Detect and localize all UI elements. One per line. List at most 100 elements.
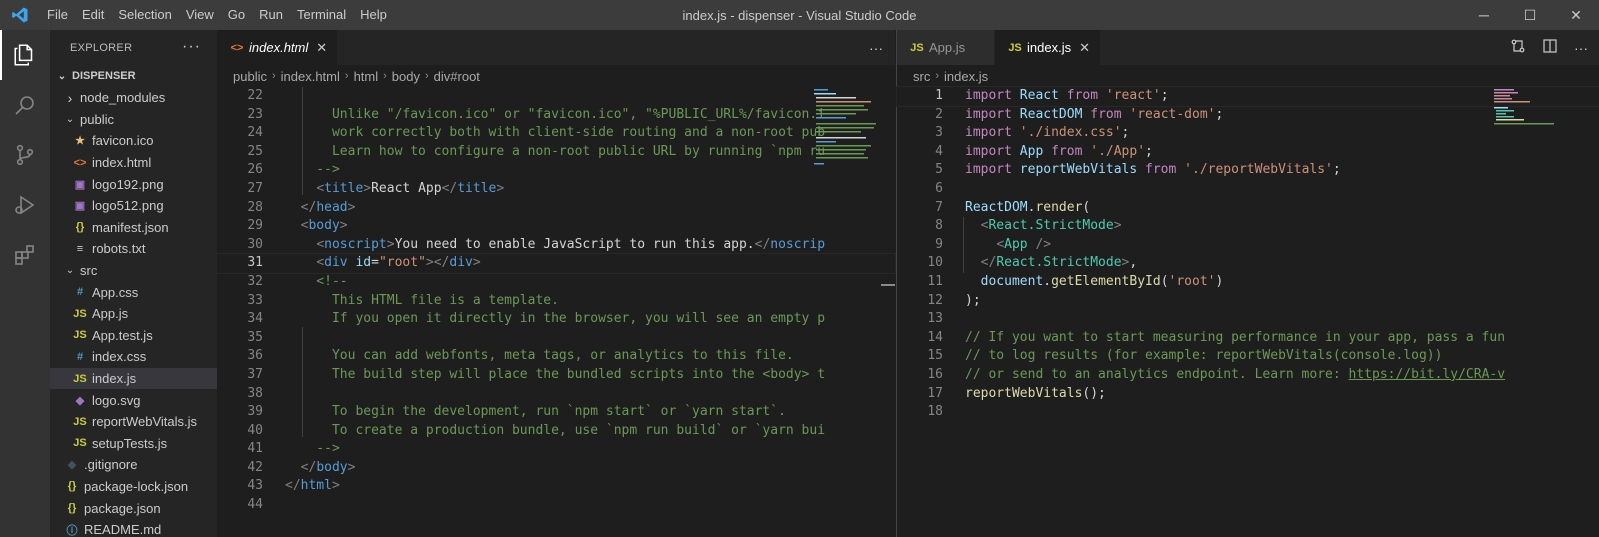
project-name: DISPENSER — [72, 70, 136, 82]
menu-bar: File Edit Selection View Go Run Terminal Help — [40, 0, 394, 30]
file-item[interactable]: {} package-lock.json — [50, 476, 217, 498]
explorer-icon[interactable] — [0, 30, 50, 80]
chevron-right-icon: › — [344, 70, 349, 82]
line-number: 41 — [247, 441, 263, 457]
minimize-icon[interactable]: ─ — [1461, 0, 1507, 30]
breadcrumb-item[interactable]: body — [392, 69, 420, 84]
menu-item-help[interactable]: Help — [353, 0, 394, 30]
folder-item[interactable]: ⌄ public — [50, 109, 217, 131]
line-number: 12 — [927, 292, 943, 308]
file-item[interactable]: JS App.js — [50, 303, 217, 325]
open-changes-icon[interactable] — [1510, 38, 1526, 57]
file-item[interactable]: ▣ logo512.png — [50, 195, 217, 217]
line-number: 40 — [247, 422, 263, 438]
tree-item-label: App.js — [92, 306, 129, 322]
code-area[interactable]: 1 import React from 'react'; 2 import React… — [896, 86, 1599, 422]
close-window-icon[interactable]: ✕ — [1553, 0, 1599, 30]
code-token: < — [316, 180, 325, 196]
tab-app-js[interactable]: JS App.js ✕ — [897, 30, 996, 65]
file-item[interactable]: ▣ logo192.png — [50, 173, 217, 195]
file-item[interactable]: ◆ logo.svg — [50, 389, 217, 411]
line-number: 35 — [247, 329, 263, 345]
file-item[interactable]: JS reportWebVitals.js — [50, 411, 217, 433]
menu-item-selection[interactable]: Selection — [111, 0, 178, 30]
folder-item[interactable]: › node_modules — [50, 87, 217, 109]
file-item[interactable]: {} manifest.json — [50, 217, 217, 239]
file-type-icon: ⓘ — [66, 524, 78, 537]
file-type-icon: ≡ — [76, 242, 84, 255]
line-number: 2 — [935, 106, 943, 122]
source-control-icon[interactable] — [0, 130, 50, 180]
line-number: 4 — [935, 143, 943, 159]
extensions-icon[interactable] — [0, 230, 50, 280]
tab-index-html[interactable]: <> index.html ✕ — [217, 30, 339, 65]
file-item[interactable]: JS App.test.js — [50, 325, 217, 347]
code-token: ( — [1160, 273, 1169, 289]
menu-item-go[interactable]: Go — [221, 0, 252, 30]
scroll-position-marker — [881, 284, 895, 286]
file-item[interactable]: JS index.js — [50, 367, 217, 390]
more-actions-icon[interactable]: ··· — [182, 38, 201, 56]
tree-item-label: package.json — [84, 500, 161, 516]
breadcrumb: src › index.js — [897, 65, 1599, 87]
file-item[interactable]: <> index.html — [50, 152, 217, 174]
minimap[interactable] — [1492, 87, 1562, 537]
line-number: 7 — [935, 199, 943, 215]
breadcrumb-item[interactable]: public — [233, 69, 267, 84]
file-item[interactable]: # App.css — [50, 281, 217, 303]
tab-index-js[interactable]: JS index.js ✕ — [995, 30, 1102, 65]
code-token: work correctly both with client-side rou… — [285, 125, 826, 141]
folder-item[interactable]: ⌄ src — [50, 260, 217, 282]
menu-item-edit[interactable]: Edit — [75, 0, 111, 30]
breadcrumb-item[interactable]: index.js — [944, 69, 988, 84]
tree-item-label: src — [80, 263, 98, 279]
file-item[interactable]: {} package.json — [50, 497, 217, 519]
tree-item-label: reportWebVitals.js — [92, 414, 198, 430]
code-token: './App' — [1090, 143, 1146, 159]
split-editor-icon[interactable] — [1542, 38, 1558, 57]
search-icon[interactable] — [0, 80, 50, 130]
code-token: --> — [285, 162, 340, 178]
menu-item-terminal[interactable]: Terminal — [290, 0, 353, 30]
menu-item-run[interactable]: Run — [252, 0, 290, 30]
file-item[interactable]: ⓘ README.md — [50, 519, 217, 537]
tree-item-label: package-lock.json — [84, 478, 189, 494]
more-actions-icon[interactable]: ··· — [1574, 40, 1588, 56]
chevron-down-icon: ⌄ — [65, 265, 75, 277]
run-debug-icon[interactable] — [0, 180, 50, 230]
file-type-icon: ▣ — [74, 200, 86, 213]
breadcrumb-item[interactable]: div#root — [434, 69, 480, 84]
close-tab-icon[interactable]: ✕ — [316, 40, 327, 56]
breadcrumb-item[interactable]: index.html — [281, 69, 340, 84]
file-item[interactable]: ≡ robots.txt — [50, 238, 217, 260]
maximize-icon[interactable]: ☐ — [1507, 0, 1553, 30]
file-item[interactable]: JS setupTests.js — [50, 433, 217, 455]
more-actions-icon[interactable]: ··· — [869, 40, 883, 56]
code-area[interactable]: 22 23 Unlike "/favicon.ico" or "favicon.i… — [216, 87, 896, 515]
close-tab-icon[interactable]: ✕ — [1079, 40, 1090, 56]
code-token: < — [316, 236, 325, 252]
breadcrumb-item[interactable]: html — [354, 69, 379, 84]
menu-item-file[interactable]: File — [40, 0, 75, 30]
line-number: 36 — [247, 348, 263, 364]
line-number: 10 — [927, 255, 943, 271]
breadcrumb-item[interactable]: src — [913, 69, 930, 84]
code-token: https://bit.ly/CRA-v — [1348, 366, 1506, 382]
minimap[interactable] — [812, 87, 882, 537]
code-token: . — [1043, 273, 1052, 289]
file-item[interactable]: ★ favicon.ico — [50, 130, 217, 152]
line-number: 44 — [247, 497, 263, 513]
code-token: ReactDOM — [965, 199, 1028, 215]
code-token: > — [347, 459, 356, 475]
file-type-icon: {} — [75, 221, 85, 234]
project-section-header[interactable]: ⌄ DISPENSER — [50, 65, 217, 87]
file-item[interactable]: # index.css — [50, 346, 217, 368]
file-item[interactable]: ◆ .gitignore — [50, 454, 217, 476]
file-type-icon: JS — [73, 372, 87, 385]
code-line: 44 — [217, 496, 895, 515]
menu-item-view[interactable]: View — [179, 0, 221, 30]
line-number: 5 — [935, 162, 943, 178]
